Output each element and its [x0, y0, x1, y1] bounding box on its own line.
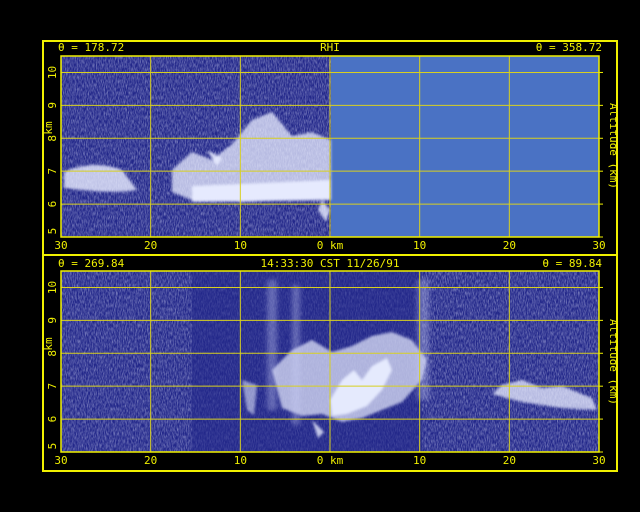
y-tick-label: 6 — [46, 416, 59, 423]
y-tick-label: 7 — [46, 383, 59, 390]
bottom-timestamp: 14:33:30 CST 11/26/91 — [260, 257, 400, 270]
x-tick-label: 10 — [234, 239, 247, 252]
x-tick-label: 30 — [592, 454, 605, 467]
x-tick-label: 10 — [413, 454, 426, 467]
bottom-angle-right: θ = 89.84 — [542, 257, 602, 270]
y-tick-label: 9 — [46, 102, 59, 109]
y-tick-label: 10 — [46, 66, 59, 79]
x-tick-label: 20 — [144, 454, 157, 467]
x-tick-label: 20 — [503, 239, 516, 252]
y-tick-label: 5 — [46, 228, 59, 235]
top-y-ticks: 5 6 7 8 9 10 — [46, 66, 59, 234]
top-y-axis-label-right: Altitude (km) — [607, 103, 618, 189]
x-tick-label: 10 — [234, 454, 247, 467]
y-tick-label: 9 — [46, 317, 59, 324]
x-tick-label: 0 km — [317, 454, 344, 467]
y-tick-label: 6 — [46, 201, 59, 208]
top-y-axis-label-left: km — [42, 121, 55, 135]
bottom-y-axis-label-left: km — [42, 337, 55, 351]
bottom-y-ticks: 5678910 — [46, 281, 59, 449]
x-tick-label: 10 — [413, 239, 426, 252]
y-tick-label: 5 — [46, 443, 59, 450]
x-tick-label: 20 — [503, 454, 516, 467]
bottom-y-axis-label-right: Altitude (km) — [607, 319, 618, 405]
top-x-ticks: 30 20 10 0 km 10 20 30 — [54, 239, 605, 252]
x-tick-label: 30 — [592, 239, 605, 252]
top-angle-right: θ = 358.72 — [535, 41, 602, 54]
x-tick-label: 30 — [54, 454, 67, 467]
bottom-x-ticks: 30 20 10 0 km 10 20 30 — [54, 454, 605, 467]
x-tick-label: 0 km — [317, 239, 344, 252]
top-no-data-region — [331, 56, 599, 237]
x-tick-label: 30 — [54, 239, 67, 252]
y-tick-label: 8 — [46, 135, 59, 142]
bottom-panel: 5678910 30 20 10 0 km 10 20 30 km Altitude (km… — [42, 270, 620, 467]
y-tick-label: 7 — [46, 168, 59, 175]
x-tick-label: 20 — [144, 239, 157, 252]
top-title: RHI — [320, 41, 340, 54]
radar-display: 5 6 7 8 9 10 30 20 10 0 km 10 20 30 km Altitude (km… — [42, 40, 620, 472]
top-panel: 5 6 7 8 9 10 30 20 10 0 km 10 20 30 km Altitude (km… — [42, 55, 620, 252]
y-tick-label: 10 — [46, 281, 59, 294]
